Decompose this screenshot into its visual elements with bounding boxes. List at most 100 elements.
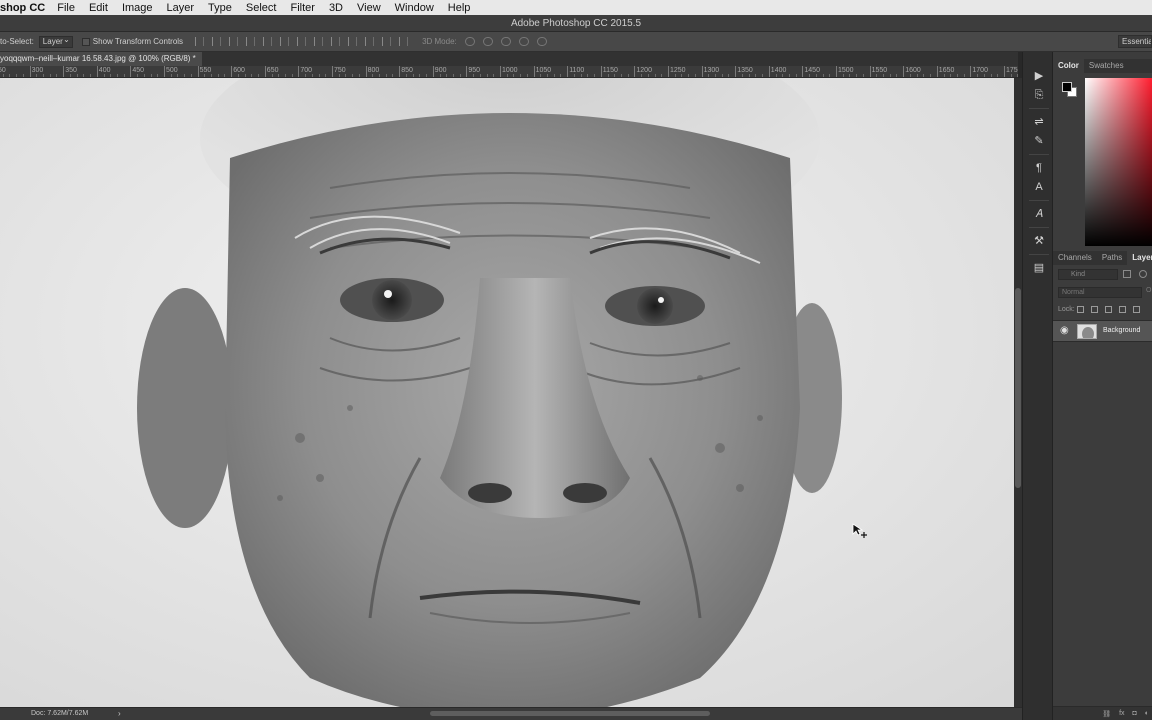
app-menu[interactable]: shop CC <box>0 2 45 14</box>
menu-view[interactable]: View <box>357 2 381 14</box>
color-picker-field[interactable] <box>1085 78 1152 246</box>
ruler-minor-tick <box>486 74 488 77</box>
lock-transparent-icon[interactable] <box>1077 306 1084 313</box>
character-icon[interactable]: A <box>1033 181 1045 193</box>
distribute-bottom-icon[interactable] <box>331 37 341 46</box>
align-bottom-icon[interactable] <box>229 37 239 46</box>
layer-name[interactable]: Background <box>1103 327 1140 334</box>
ruler-minor-tick <box>788 74 790 77</box>
clone-source-icon[interactable]: ⎘ <box>1033 89 1045 101</box>
roll-3d-icon[interactable] <box>482 37 493 46</box>
vertical-scrollbar[interactable] <box>1014 78 1022 707</box>
align-left-icon[interactable] <box>246 37 256 46</box>
distribute-hcenter-icon[interactable] <box>365 37 375 46</box>
paragraph-icon[interactable]: ¶ <box>1033 162 1045 174</box>
ruler-minor-tick <box>641 74 643 77</box>
tab-swatches[interactable]: Swatches <box>1084 59 1129 73</box>
tab-paths[interactable]: Paths <box>1097 251 1127 265</box>
align-top-icon[interactable] <box>195 37 205 46</box>
menu-image[interactable]: Image <box>122 2 153 14</box>
tab-channels[interactable]: Channels <box>1053 251 1097 265</box>
menu-window[interactable]: Window <box>395 2 434 14</box>
align-right-icon[interactable] <box>280 37 290 46</box>
adjustments-icon[interactable]: ⇌ <box>1033 116 1045 128</box>
filter-image-icon[interactable] <box>1123 270 1131 278</box>
menu-select[interactable]: Select <box>246 2 277 14</box>
ruler-minor-tick <box>762 74 764 77</box>
ruler-minor-tick <box>513 74 515 77</box>
slide-3d-icon[interactable] <box>518 37 529 46</box>
ruler-minor-tick <box>862 74 864 77</box>
ruler-minor-tick <box>385 74 387 77</box>
libraries-icon[interactable]: ▤ <box>1033 262 1045 274</box>
ruler-tick-label: 1000 <box>500 66 518 77</box>
auto-select-dropdown[interactable]: Layer <box>38 35 73 48</box>
lock-all-icon[interactable] <box>1133 306 1140 313</box>
blend-mode-dropdown[interactable]: Normal <box>1058 287 1142 298</box>
lock-label: Lock: <box>1058 306 1075 313</box>
canvas-image[interactable] <box>0 78 1014 707</box>
vertical-scroll-thumb[interactable] <box>1015 288 1021 488</box>
orbit-3d-icon[interactable] <box>464 37 475 46</box>
ruler-minor-tick <box>553 74 555 77</box>
adjustment-icon[interactable]: ◐ <box>1145 710 1149 717</box>
ruler-tick-label: 1100 <box>567 66 584 77</box>
ruler-minor-tick <box>506 74 508 77</box>
menu-edit[interactable]: Edit <box>89 2 108 14</box>
mode-3d-label: 3D Mode: <box>422 37 457 46</box>
status-menu-arrow-icon[interactable]: › <box>118 708 121 720</box>
ruler-minor-tick <box>190 74 192 77</box>
document-tab[interactable]: yoqqqwm–neill–kumar 16.58.43.jpg @ 100% … <box>0 52 202 66</box>
menu-type[interactable]: Type <box>208 2 232 14</box>
drag-3d-icon[interactable] <box>500 37 511 46</box>
align-hcenter-icon[interactable] <box>263 37 273 46</box>
ruler-minor-tick <box>69 74 71 77</box>
distribute-right-icon[interactable] <box>382 37 392 46</box>
distribute-left-icon[interactable] <box>348 37 358 46</box>
lock-image-icon[interactable] <box>1091 306 1098 313</box>
dock-separator <box>1029 154 1049 155</box>
ruler-minor-tick <box>909 74 911 77</box>
link-icon[interactable]: ⛓ <box>1102 710 1111 718</box>
lock-position-icon[interactable] <box>1105 306 1112 313</box>
ruler-minor-tick <box>748 74 750 77</box>
ruler-minor-tick <box>271 74 273 77</box>
play-icon[interactable]: ▶ <box>1033 70 1045 82</box>
menu-filter[interactable]: Filter <box>290 2 314 14</box>
scale-3d-icon[interactable] <box>536 37 547 46</box>
layer-row[interactable]: ◉ Background <box>1053 320 1152 342</box>
ruler-minor-tick <box>177 74 179 77</box>
menu-3d[interactable]: 3D <box>329 2 343 14</box>
tool-presets-icon[interactable]: ⚒ <box>1033 235 1045 247</box>
menu-file[interactable]: File <box>57 2 75 14</box>
tab-layers[interactable]: Layers <box>1127 251 1152 265</box>
auto-align-icon[interactable] <box>399 37 409 46</box>
align-vcenter-icon[interactable] <box>212 37 222 46</box>
horizontal-scroll-thumb[interactable] <box>430 711 710 716</box>
menu-help[interactable]: Help <box>448 2 471 14</box>
horizontal-ruler[interactable]: 5030035040045050055060065070075080085090… <box>0 66 1018 78</box>
foreground-color-swatch[interactable] <box>1062 82 1072 92</box>
tab-color[interactable]: Color <box>1053 59 1084 73</box>
mask-icon[interactable]: ◘ <box>1133 710 1137 717</box>
layers-panel: Channels Paths Layers Kind Normal O Lock… <box>1053 251 1152 720</box>
ruler-minor-tick <box>379 74 381 77</box>
layer-kind-filter[interactable]: Kind <box>1058 269 1118 280</box>
lock-artboard-icon[interactable] <box>1119 306 1126 313</box>
brush-settings-icon[interactable]: ✎ <box>1033 135 1045 147</box>
ruler-minor-tick <box>688 74 690 77</box>
ruler-minor-tick <box>721 74 723 77</box>
color-panel <box>1053 73 1152 251</box>
visibility-eye-icon[interactable]: ◉ <box>1060 325 1069 336</box>
fx-icon[interactable]: fx <box>1119 710 1124 717</box>
menu-layer[interactable]: Layer <box>167 2 195 14</box>
ruler-minor-tick <box>338 74 340 77</box>
glyph-icon[interactable]: 𝐴 <box>1033 208 1045 220</box>
distribute-top-icon[interactable] <box>297 37 307 46</box>
distribute-vcenter-icon[interactable] <box>314 37 324 46</box>
workspace-switcher[interactable]: Essential <box>1118 35 1152 48</box>
filter-toggle-icon[interactable] <box>1139 270 1147 278</box>
show-transform-checkbox[interactable] <box>81 37 90 46</box>
ruler-minor-tick <box>150 74 152 77</box>
ruler-minor-tick <box>916 74 918 77</box>
